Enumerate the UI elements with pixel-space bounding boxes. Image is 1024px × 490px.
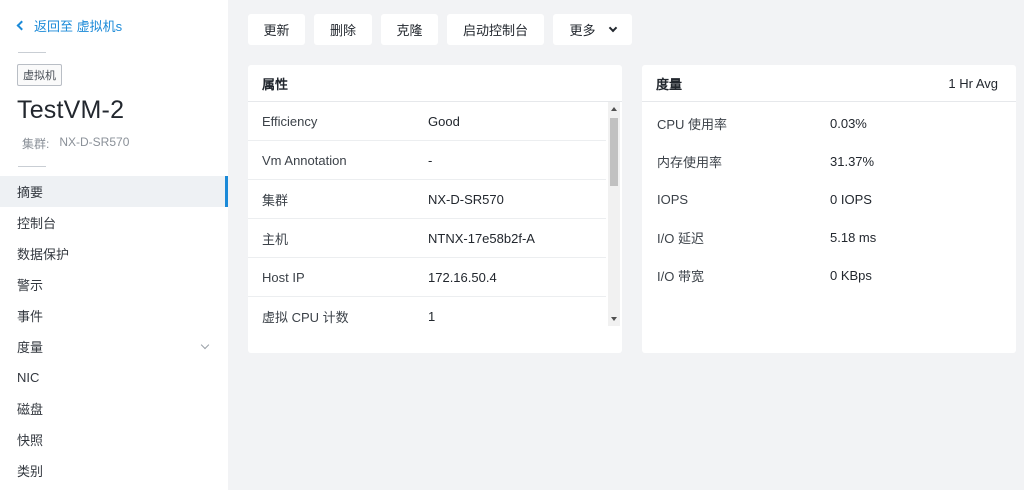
metrics-list: CPU 使用率 0.03% 内存使用率 31.37% IOPS 0 IOPS I/O … <box>642 102 1016 294</box>
properties-title: 属性 <box>262 76 289 92</box>
nav-item-label: 类别 <box>17 464 44 479</box>
metric-row: I/O 带宽 0 KBps <box>642 256 1016 294</box>
clone-button[interactable]: 克隆 <box>381 14 438 45</box>
sidebar-nav: 摘要 控制台 数据保护 警示 事件 度量 NIC 磁盘 快照 类别 <box>0 176 228 486</box>
property-key: 集群 <box>262 192 289 208</box>
more-dropdown-button[interactable]: 更多 <box>553 14 632 45</box>
metric-row: I/O 延迟 5.18 ms <box>642 218 1016 256</box>
nav-item-disks[interactable]: 磁盘 <box>0 393 228 424</box>
metric-value: 0 IOPS <box>830 191 872 207</box>
property-key: Efficiency <box>262 113 318 129</box>
scrollbar-thumb[interactable] <box>610 118 618 186</box>
chevron-down-icon <box>200 340 210 350</box>
metrics-period: 1 Hr Avg <box>948 75 998 91</box>
metrics-panel: 度量 1 Hr Avg CPU 使用率 0.03% 内存使用率 31.37% IOP… <box>642 65 1016 353</box>
property-key: Vm Annotation <box>262 152 347 168</box>
back-link-label: 返回至 虚拟机s <box>34 19 123 34</box>
divider <box>18 166 46 167</box>
nav-item-label: 数据保护 <box>17 247 70 262</box>
metrics-header: 度量 1 Hr Avg <box>642 65 1016 102</box>
nav-item-label: NIC <box>17 370 40 385</box>
chevron-down-icon <box>608 23 617 32</box>
properties-header: 属性 <box>248 65 622 102</box>
property-row: Efficiency Good <box>248 102 606 141</box>
chevron-left-icon <box>16 20 27 31</box>
metric-key: IOPS <box>657 191 689 207</box>
metric-value: 0.03% <box>830 115 867 131</box>
metric-key: I/O 带宽 <box>657 268 704 284</box>
metric-row: IOPS 0 IOPS <box>642 180 1016 218</box>
cluster-info: 集群: NX-D-SR570 <box>22 135 129 152</box>
property-row: Host IP 172.16.50.4 <box>248 258 606 297</box>
properties-panel: 属性 Efficiency Good Vm Annotation - 集群 NX-D-… <box>248 65 622 353</box>
property-row: 虚拟 CPU 计数 1 <box>248 297 606 336</box>
property-value: 1 <box>428 309 436 324</box>
delete-button[interactable]: 删除 <box>314 14 372 45</box>
nav-item-console[interactable]: 控制台 <box>0 207 228 238</box>
property-value: Good <box>428 113 460 129</box>
nav-item-summary[interactable]: 摘要 <box>0 176 228 207</box>
nav-item-label: 警示 <box>17 278 44 293</box>
properties-scrollbar[interactable] <box>608 102 620 326</box>
nav-item-label: 度量 <box>17 340 44 355</box>
nav-item-alerts[interactable]: 警示 <box>0 269 228 300</box>
metrics-title: 度量 <box>656 76 683 92</box>
cluster-value: NX-D-SR570 <box>59 135 130 149</box>
property-value: NTNX-17e58b2f-A <box>428 230 535 246</box>
launch-console-button[interactable]: 启动控制台 <box>447 14 544 45</box>
property-row: 集群 NX-D-SR570 <box>248 180 606 219</box>
nav-item-label: 事件 <box>17 309 44 324</box>
back-to-vms-link[interactable]: 返回至 虚拟机s <box>16 16 123 35</box>
divider <box>18 52 46 53</box>
metric-row: 内存使用率 31.37% <box>642 142 1016 180</box>
update-button[interactable]: 更新 <box>248 14 305 45</box>
property-row: Vm Annotation - <box>248 141 606 180</box>
metric-key: 内存使用率 <box>657 154 723 170</box>
nav-item-data-protection[interactable]: 数据保护 <box>0 238 228 269</box>
nav-item-snapshots[interactable]: 快照 <box>0 424 228 455</box>
property-key: 主机 <box>262 231 289 247</box>
scroll-up-arrow-icon[interactable] <box>611 107 617 111</box>
property-row: 主机 NTNX-17e58b2f-A <box>248 219 606 258</box>
sidebar: 返回至 虚拟机s 虚拟机 TestVM-2 集群: NX-D-SR570 摘要 … <box>0 0 228 490</box>
nav-item-events[interactable]: 事件 <box>0 300 228 331</box>
metric-value: 5.18 ms <box>830 229 877 245</box>
metric-value: 31.37% <box>830 153 875 169</box>
nav-item-label: 控制台 <box>17 216 57 231</box>
metric-key: CPU 使用率 <box>657 116 728 132</box>
nav-item-categories[interactable]: 类别 <box>0 455 228 486</box>
properties-list: Efficiency Good Vm Annotation - 集群 NX-D-SR5… <box>248 102 606 336</box>
action-toolbar: 更新 删除 克隆 启动控制台 更多 <box>248 14 632 45</box>
scroll-down-arrow-icon[interactable] <box>611 317 617 321</box>
vm-name-title: TestVM-2 <box>17 96 125 124</box>
property-value: NX-D-SR570 <box>428 191 504 207</box>
nav-item-label: 摘要 <box>17 185 44 200</box>
property-key: Host IP <box>262 269 305 285</box>
metric-key: I/O 延迟 <box>657 230 704 246</box>
metric-row: CPU 使用率 0.03% <box>642 104 1016 142</box>
property-value: - <box>428 152 433 168</box>
property-value: 172.16.50.4 <box>428 269 497 285</box>
nav-item-label: 快照 <box>17 433 44 448</box>
cluster-label: 集群: <box>22 137 50 151</box>
property-key: 虚拟 CPU 计数 <box>262 310 349 325</box>
more-button-label: 更多 <box>569 23 596 38</box>
entity-type-badge: 虚拟机 <box>17 64 62 86</box>
nav-item-label: 磁盘 <box>17 402 44 417</box>
nav-item-metrics[interactable]: 度量 <box>0 331 228 362</box>
metric-value: 0 KBps <box>830 267 872 283</box>
nav-item-nic[interactable]: NIC <box>0 362 228 393</box>
